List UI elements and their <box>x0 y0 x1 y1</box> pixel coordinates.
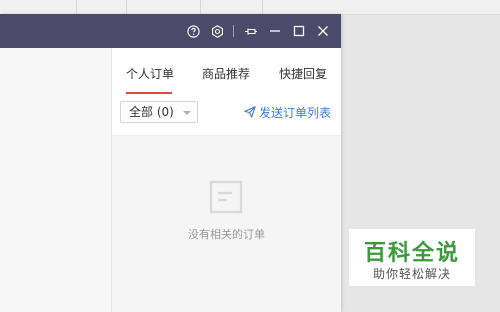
divider <box>126 0 127 14</box>
help-icon[interactable] <box>182 14 204 48</box>
order-toolbar: 全部 (0) 发送订单列表 <box>112 93 341 136</box>
order-filter-value: 全部 (0) <box>129 105 174 119</box>
panel-tabs: 个人订单 商品推荐 快捷回复 <box>112 48 341 94</box>
pin-icon[interactable] <box>240 14 262 48</box>
order-list-empty-state: 没有相关的订单 <box>112 136 341 312</box>
desktop-top-strip <box>0 0 500 15</box>
order-filter-select[interactable]: 全部 (0) <box>120 101 198 123</box>
watermark-title: 百科全说 <box>363 241 460 266</box>
titlebar-divider <box>233 25 234 37</box>
divider <box>200 0 201 14</box>
empty-document-icon <box>209 180 243 214</box>
order-panel: 个人订单 商品推荐 快捷回复 全部 (0) 发送订单列表 没有相关的订单 <box>112 48 341 312</box>
empty-message: 没有相关的订单 <box>188 228 265 241</box>
tab-personal-orders[interactable]: 个人订单 <box>126 48 174 93</box>
divider <box>262 0 263 14</box>
minimize-icon[interactable] <box>264 14 286 48</box>
close-icon[interactable] <box>312 14 334 48</box>
send-icon <box>244 106 256 118</box>
watermark-subtitle: 助你轻松解决 <box>372 267 451 281</box>
send-order-list-link[interactable]: 发送订单列表 <box>244 101 331 123</box>
tab-quick-replies[interactable]: 快捷回复 <box>279 48 327 93</box>
divider <box>76 0 77 14</box>
watermark-logo: 百科全说 助你轻松解决 <box>349 229 475 286</box>
tab-product-recommendations[interactable]: 商品推荐 <box>202 48 250 93</box>
settings-icon[interactable] <box>206 14 228 48</box>
window-titlebar <box>0 14 341 48</box>
send-order-list-label: 发送订单列表 <box>259 105 332 120</box>
conversation-pane <box>0 48 112 312</box>
chat-assistant-window: 个人订单 商品推荐 快捷回复 全部 (0) 发送订单列表 没有相关的订单 <box>0 14 341 312</box>
maximize-icon[interactable] <box>288 14 310 48</box>
chevron-down-icon <box>183 111 191 115</box>
